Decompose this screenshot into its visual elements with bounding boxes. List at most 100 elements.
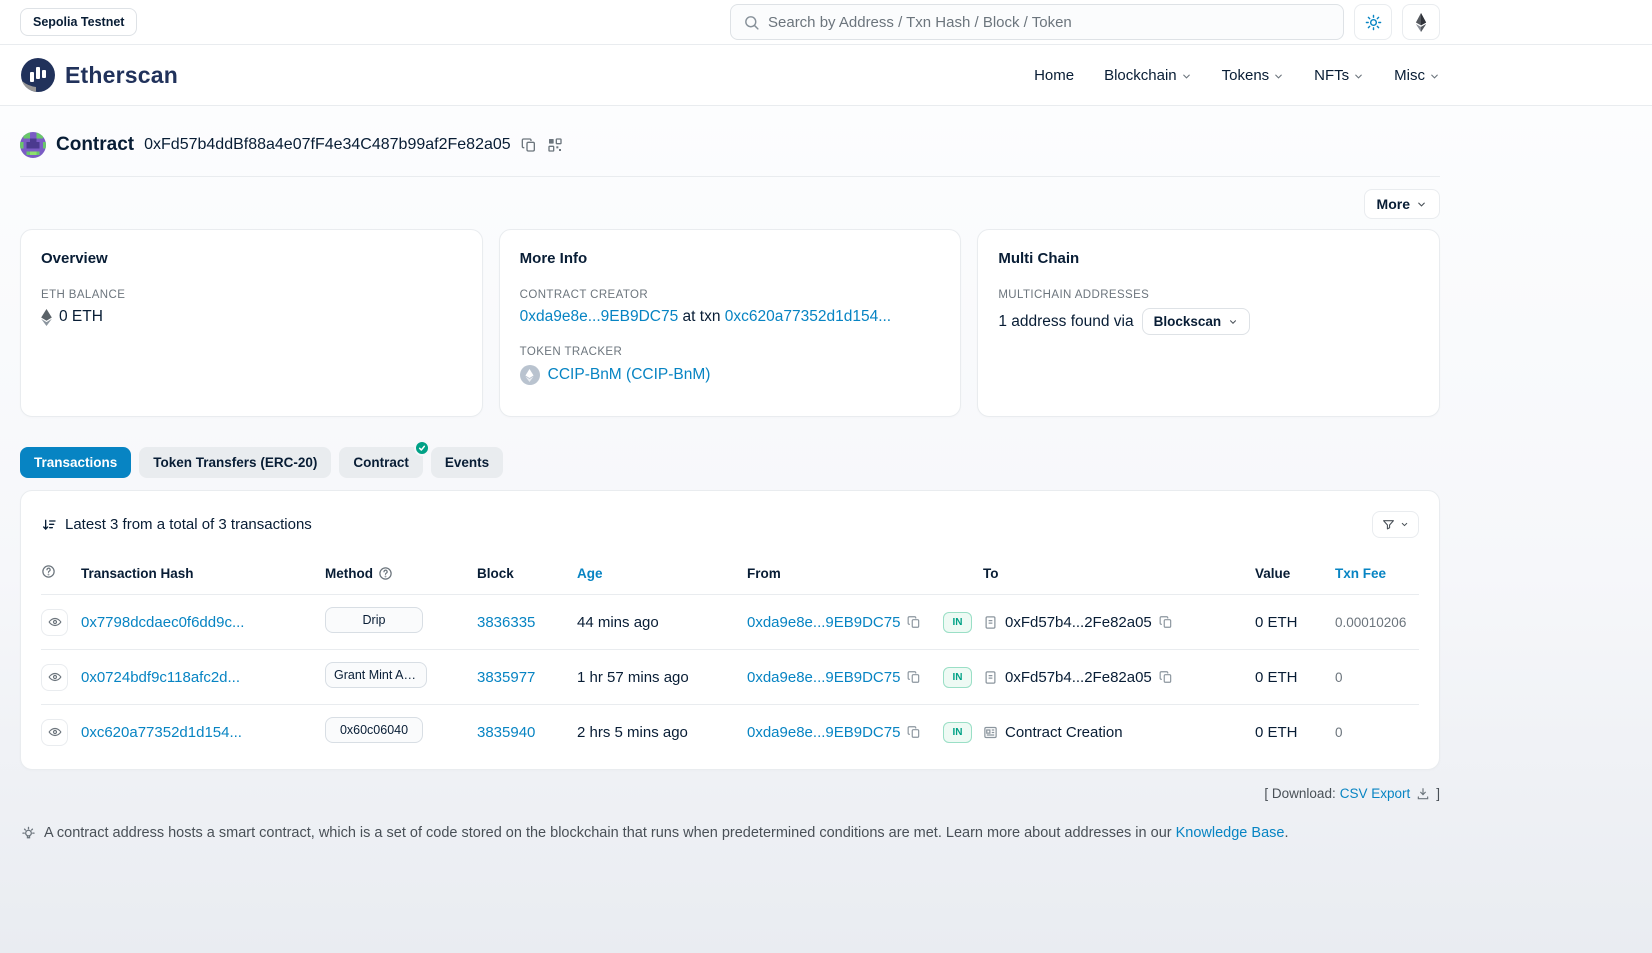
help-icon (378, 566, 393, 581)
age-value: 44 mins ago (577, 614, 747, 631)
nav-nfts[interactable]: NFTs (1314, 67, 1364, 84)
txn-fee-cell: 0 (1335, 670, 1419, 685)
etherscan-logo-icon (20, 57, 56, 93)
to-contract-creation: Contract Creation (1005, 724, 1123, 741)
from-address-link[interactable]: 0xda9e8e...9EB9DC75 (747, 614, 900, 631)
table-row: 0x0724bdf9c118afc2d... Grant Mint An... … (41, 649, 1419, 704)
copy-icon (907, 725, 921, 739)
token-icon (520, 365, 540, 385)
eye-icon (48, 725, 62, 739)
download-suffix: ] (1436, 786, 1440, 801)
brand-name: Etherscan (65, 62, 178, 89)
search-box[interactable] (730, 4, 1344, 40)
block-link[interactable]: 3835940 (477, 724, 577, 741)
preview-txn-button[interactable] (41, 719, 68, 746)
col-txn-fee-sort[interactable]: Txn Fee (1335, 566, 1419, 581)
chevron-down-icon (1353, 71, 1364, 82)
tab-token-transfers[interactable]: Token Transfers (ERC-20) (139, 447, 331, 478)
method-badge: Grant Mint An... (325, 662, 427, 688)
nav-misc[interactable]: Misc (1394, 67, 1440, 84)
direction-badge: IN (943, 667, 972, 688)
download-row: [ Download: CSV Export ] (20, 786, 1440, 801)
search-icon (743, 14, 760, 31)
creator-address-link[interactable]: 0xda9e8e...9EB9DC75 (520, 308, 679, 325)
txn-hash-link[interactable]: 0x7798dcdaec0f6dd9c... (81, 614, 325, 631)
copy-icon (521, 137, 537, 153)
multichain-found-text: 1 address found via (998, 313, 1133, 331)
table-row: 0xc620a77352d1d154... 0x60c06040 3835940… (41, 704, 1419, 759)
page-title: Contract (56, 134, 134, 156)
theme-toggle-button[interactable] (1354, 4, 1392, 40)
txn-hash-link[interactable]: 0x0724bdf9c118afc2d... (81, 669, 325, 686)
eth-balance-label: ETH BALANCE (41, 289, 462, 301)
chevron-down-icon (1181, 71, 1192, 82)
eye-icon (48, 615, 62, 629)
more-button[interactable]: More (1364, 189, 1440, 219)
download-icon (1416, 787, 1430, 801)
value-cell: 0 ETH (1255, 614, 1335, 631)
col-value: Value (1255, 566, 1335, 581)
preview-txn-button[interactable] (41, 664, 68, 691)
tab-contract[interactable]: Contract (339, 447, 423, 478)
filter-button[interactable] (1372, 511, 1419, 538)
nav-home[interactable]: Home (1034, 67, 1074, 84)
from-address-link[interactable]: 0xda9e8e...9EB9DC75 (747, 724, 900, 741)
navbar: Etherscan Home Blockchain Tokens NFTs Mi… (0, 45, 1652, 106)
copy-icon (907, 670, 921, 684)
method-badge: Drip (325, 607, 423, 633)
multichain-title: Multi Chain (998, 250, 1419, 267)
lightbulb-icon (20, 826, 37, 843)
chevron-down-icon (1228, 317, 1238, 327)
txn-hash-link[interactable]: 0xc620a77352d1d154... (81, 724, 325, 741)
value-cell: 0 ETH (1255, 724, 1335, 741)
chevron-down-icon (1416, 199, 1427, 210)
etherscan-logo[interactable]: Etherscan (20, 57, 178, 93)
col-method: Method (325, 566, 373, 581)
main-content: Contract 0xFd57b4ddBf88a4e07fF4e34C487b9… (0, 106, 1652, 953)
nav-blockchain[interactable]: Blockchain (1104, 67, 1192, 84)
block-link[interactable]: 3836335 (477, 614, 577, 631)
table-header-row: Transaction Hash Method Block Age From T… (41, 560, 1419, 594)
contract-file-icon (983, 670, 998, 685)
txn-fee-cell: 0.00010206 (1335, 615, 1419, 630)
blockscan-dropdown[interactable]: Blockscan (1142, 308, 1251, 335)
nav-tokens[interactable]: Tokens (1222, 67, 1285, 84)
from-address-link[interactable]: 0xda9e8e...9EB9DC75 (747, 669, 900, 686)
multichain-addresses-label: MULTICHAIN ADDRESSES (998, 289, 1419, 301)
col-age-sort[interactable]: Age (577, 566, 747, 581)
txn-fee-cell: 0 (1335, 725, 1419, 740)
chevron-down-icon (1273, 71, 1284, 82)
copy-address-button[interactable] (521, 137, 537, 153)
knowledge-base-link[interactable]: Knowledge Base (1176, 825, 1285, 841)
table-row: 0x7798dcdaec0f6dd9c... Drip 3836335 44 m… (41, 594, 1419, 649)
network-badge[interactable]: Sepolia Testnet (20, 8, 137, 36)
multichain-card: Multi Chain MULTICHAIN ADDRESSES 1 addre… (977, 229, 1440, 417)
tab-transactions[interactable]: Transactions (20, 447, 131, 478)
network-switch-button[interactable] (1402, 4, 1440, 40)
tab-events[interactable]: Events (431, 447, 503, 478)
copy-from-button[interactable] (907, 615, 921, 629)
copy-from-button[interactable] (907, 725, 921, 739)
more-info-card: More Info CONTRACT CREATOR 0xda9e8e...9E… (499, 229, 962, 417)
copy-from-button[interactable] (907, 670, 921, 684)
block-link[interactable]: 3835977 (477, 669, 577, 686)
preview-txn-button[interactable] (41, 609, 68, 636)
contract-creator-label: CONTRACT CREATOR (520, 289, 941, 301)
csv-export-link[interactable]: CSV Export (1340, 786, 1411, 801)
value-cell: 0 ETH (1255, 669, 1335, 686)
contract-creation-icon (983, 725, 998, 740)
qr-code-button[interactable] (547, 137, 563, 153)
address-avatar (20, 132, 46, 158)
download-prefix: [ Download: (1264, 786, 1335, 801)
copy-icon (1159, 670, 1173, 684)
copy-to-button[interactable] (1159, 615, 1173, 629)
creation-txn-link[interactable]: 0xc620a77352d1d154... (725, 308, 891, 325)
token-tracker-link[interactable]: CCIP-BnM (CCIP-BnM) (548, 366, 711, 384)
at-txn-text: at txn (683, 308, 721, 325)
eye-icon (48, 670, 62, 684)
token-tracker-label: TOKEN TRACKER (520, 346, 941, 358)
contract-header: Contract 0xFd57b4ddBf88a4e07fF4e34C487b9… (20, 132, 1440, 158)
transactions-panel: Latest 3 from a total of 3 transactions … (20, 490, 1440, 770)
search-input[interactable] (768, 14, 1331, 31)
copy-to-button[interactable] (1159, 670, 1173, 684)
